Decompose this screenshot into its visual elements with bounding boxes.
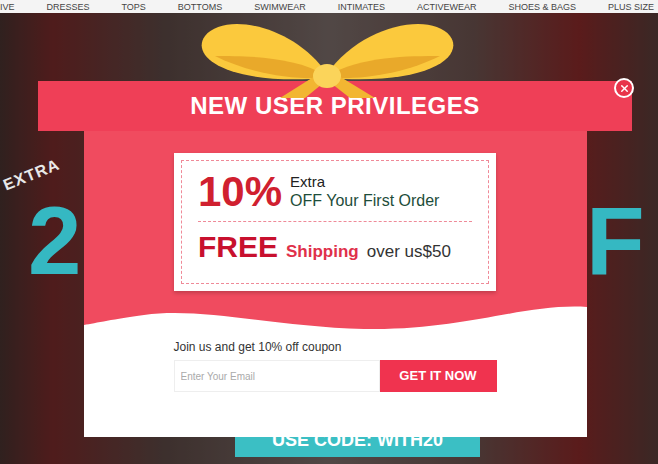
nav-item[interactable]: PLUS SIZE [608, 1, 654, 13]
close-icon [619, 83, 630, 94]
nav-item[interactable]: SWIMWEAR [254, 1, 306, 13]
coupon-card: 10% ExtraOFF Your First Order FREE Shipping… [174, 153, 496, 291]
nav-item[interactable]: TOPS [122, 1, 146, 13]
signup: Join us and get 10% off coupon GET IT NOW [84, 334, 587, 392]
banner: EXTRA2FUSE CODE: WITH20NEW USER PRIVILEG… [0, 13, 658, 464]
popup-title: NEW USER PRIVILEGES [190, 88, 480, 124]
nav-item[interactable]: ACTIVEWEAR [417, 1, 477, 13]
popup-header: NEW USER PRIVILEGES [38, 81, 632, 131]
close-button[interactable] [614, 78, 634, 98]
coupon-inner: 10% ExtraOFF Your First Order FREE Shipping… [181, 160, 489, 284]
shipping-row: FREE Shipping over us$50 [198, 222, 472, 265]
top-nav: IVE DRESSES TOPS BOTTOMS SWIMWEAR INTIMATES AC… [0, 0, 658, 13]
email-input[interactable] [174, 360, 380, 392]
banner-number: 2 [28, 193, 81, 289]
discount-line-1: Extra [290, 173, 439, 191]
free-label: FREE [198, 232, 278, 262]
discount-row: 10% ExtraOFF Your First Order [198, 161, 472, 222]
get-it-now-button[interactable]: GET IT NOW [380, 360, 497, 392]
wave-icon [84, 301, 587, 334]
nav-item[interactable]: SHOES & BAGS [508, 1, 576, 13]
signup-prompt: Join us and get 10% off coupon [174, 340, 497, 354]
page: IVE DRESSES TOPS BOTTOMS SWIMWEAR INTIMATES AC… [0, 0, 658, 464]
nav-item[interactable]: IVE [0, 1, 15, 13]
discount-value: 10% [198, 171, 282, 213]
shipping-threshold: over us$50 [367, 239, 451, 265]
nav-item[interactable]: DRESSES [47, 1, 90, 13]
popup-top: 10% ExtraOFF Your First Order FREE Shipping… [84, 131, 587, 301]
discount-line-2: OFF Your First Order [290, 191, 439, 211]
bow-icon [185, 16, 470, 98]
popup-body: 10% ExtraOFF Your First Order FREE Shipping… [84, 131, 587, 437]
shipping-label: Shipping [286, 239, 359, 265]
popup: NEW USER PRIVILEGES 10% ExtraOFF Your Firs… [38, 81, 632, 437]
nav-item[interactable]: INTIMATES [338, 1, 385, 13]
signup-form: GET IT NOW [174, 360, 497, 392]
banner-letter: F [586, 193, 645, 289]
nav-item[interactable]: BOTTOMS [178, 1, 222, 13]
